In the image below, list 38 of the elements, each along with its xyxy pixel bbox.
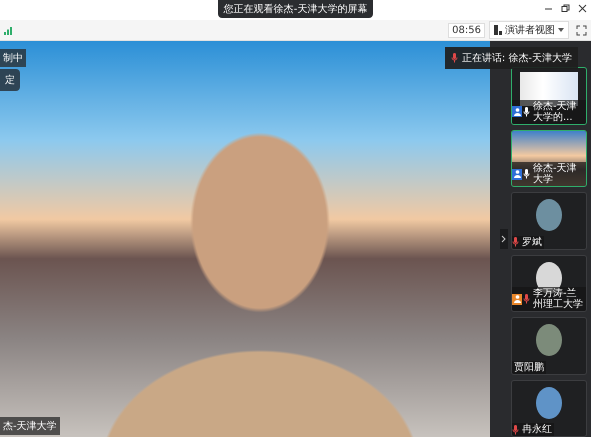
participant-tile[interactable]: 冉永红 bbox=[511, 380, 587, 437]
person-badge-icon bbox=[512, 168, 522, 180]
participant-tile[interactable]: 贾阳鹏 bbox=[511, 317, 587, 374]
caret-icon bbox=[558, 28, 564, 32]
participant-name: 徐杰-天津大学的... bbox=[532, 100, 578, 124]
speaking-text: 正在讲话: 徐杰-天津大学 bbox=[462, 52, 572, 65]
signal-icon bbox=[4, 26, 13, 34]
meeting-timer: 08:56 bbox=[448, 22, 485, 38]
participant-name: 徐杰-天津大学 bbox=[532, 162, 578, 186]
participant-name: 贾阳鹏 bbox=[513, 360, 545, 374]
microphone-icon bbox=[512, 237, 519, 247]
avatar-placeholder bbox=[536, 324, 562, 356]
participant-tile[interactable]: 李万涛-兰州理工大学 bbox=[511, 254, 587, 312]
microphone-icon bbox=[512, 424, 519, 434]
participant-name: 冉永红 bbox=[521, 423, 553, 436]
participant-name: 罗斌 bbox=[521, 236, 543, 248]
chevron-right-icon[interactable] bbox=[500, 229, 508, 249]
microphone-icon bbox=[523, 294, 530, 304]
participant-tile[interactable]: 徐杰-天津大学的... bbox=[511, 67, 587, 124]
lock-button[interactable]: 定 bbox=[0, 69, 20, 91]
participant-name: 李万涛-兰州理工大学 bbox=[532, 287, 584, 311]
avatar-placeholder bbox=[536, 199, 562, 231]
microphone-icon bbox=[450, 53, 458, 63]
participant-tile[interactable]: 徐杰-天津大学 bbox=[511, 130, 587, 187]
person-badge-icon bbox=[512, 294, 522, 304]
restore-icon[interactable] bbox=[561, 4, 570, 13]
participant-tile[interactable]: 罗斌 bbox=[511, 192, 587, 250]
microphone-icon bbox=[523, 169, 530, 179]
person-badge-icon bbox=[512, 106, 522, 117]
fullscreen-icon[interactable] bbox=[576, 24, 587, 36]
close-icon[interactable] bbox=[578, 4, 587, 13]
recording-status: 制中 bbox=[0, 49, 26, 67]
screen-share-banner: 您正在观看徐杰-天津大学的屏幕 bbox=[218, 0, 374, 18]
layout-icon bbox=[494, 25, 502, 35]
view-mode-button[interactable]: 演讲者视图 bbox=[489, 21, 569, 39]
avatar-placeholder bbox=[536, 386, 562, 418]
microphone-icon bbox=[523, 106, 530, 116]
speaker-name: 杰-天津大学 bbox=[0, 417, 60, 435]
